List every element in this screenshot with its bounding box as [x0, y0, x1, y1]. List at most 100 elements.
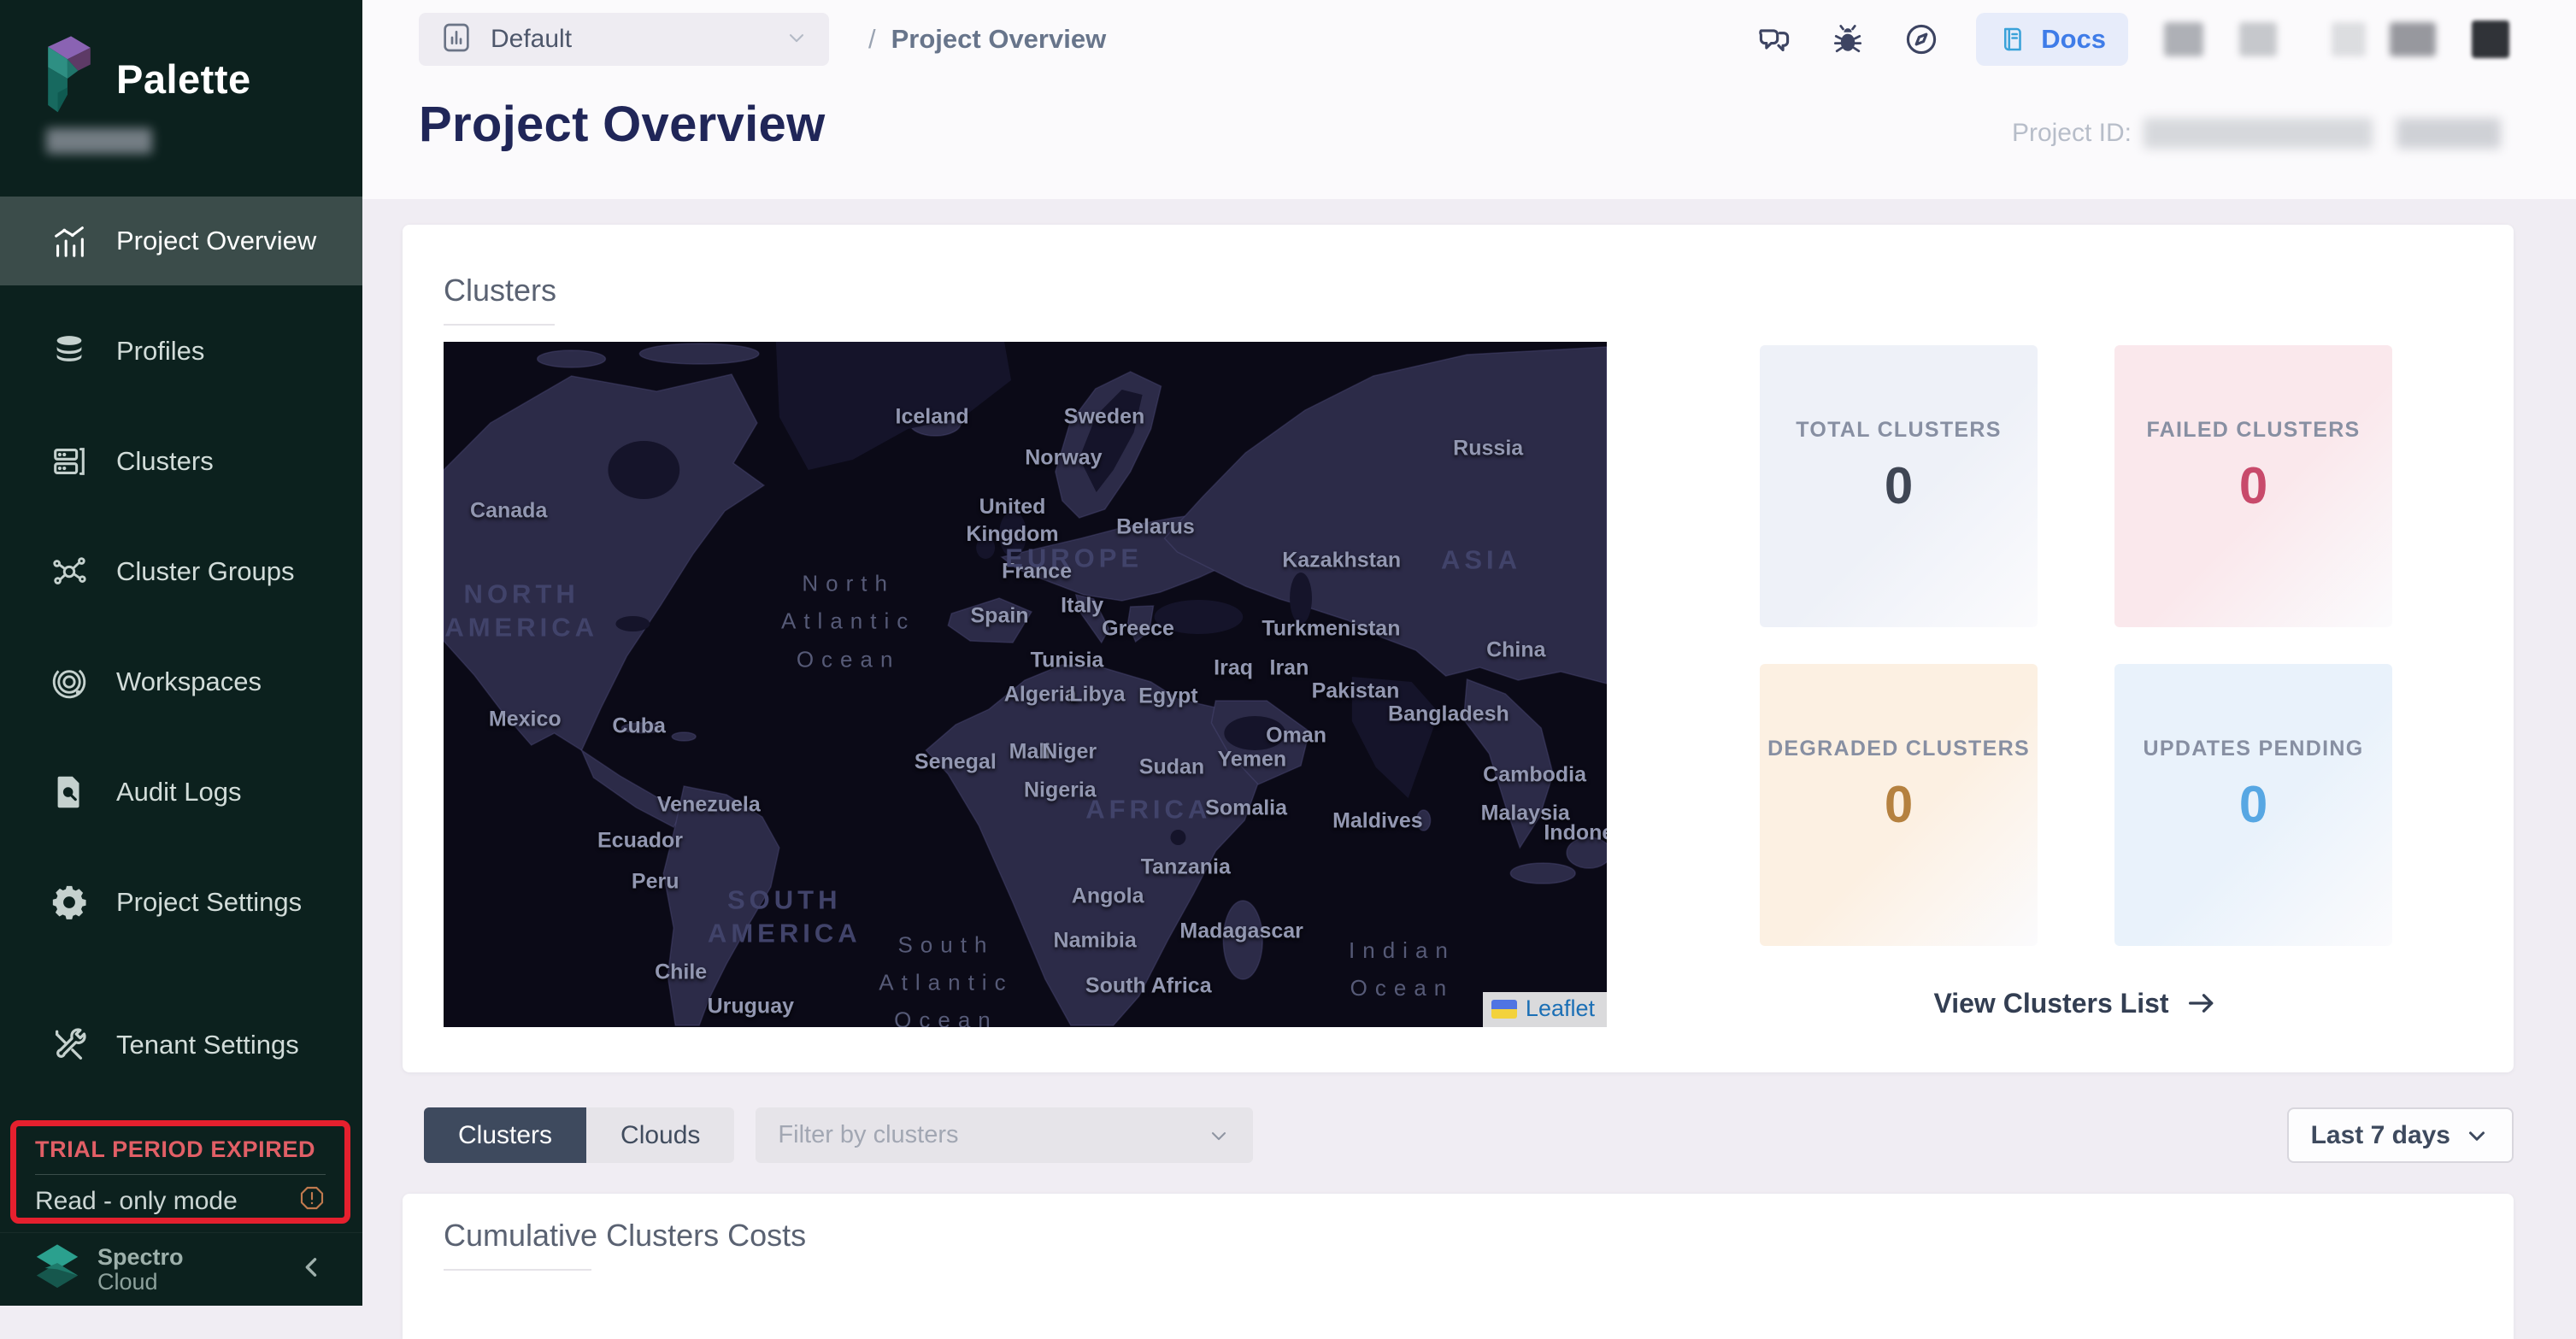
redacted-toolbar-item[interactable]: [2390, 22, 2436, 56]
tenant-settings-icon: [50, 1025, 89, 1065]
chevron-down-icon: [1207, 1124, 1231, 1148]
clusters-card-title: Clusters: [444, 273, 556, 308]
filter-placeholder: Filter by clusters: [778, 1121, 958, 1149]
stat-card-degraded-clusters: DEGRADED CLUSTERS 0: [1760, 664, 2038, 946]
sidebar-item-label: Cluster Groups: [116, 556, 294, 587]
project-selector-icon: [439, 21, 473, 59]
workspaces-icon: [50, 662, 89, 702]
warning-octagon-icon[interactable]: [298, 1184, 326, 1219]
sidebar-item-label: Clusters: [116, 446, 214, 477]
profiles-icon: [50, 332, 89, 371]
stat-label: DEGRADED CLUSTERS: [1767, 737, 2030, 761]
tab-clouds[interactable]: Clouds: [586, 1107, 734, 1163]
footer-brand-line1: Spectro: [97, 1245, 184, 1269]
stat-value: 0: [2239, 456, 2267, 515]
sidebar-nav: Project Overview Profiles Clusters Cluster …: [0, 197, 362, 1111]
topbar: Default / Project Overview: [362, 0, 2576, 199]
ukraine-flag-icon: [1491, 1000, 1517, 1019]
sidebar-item-label: Profiles: [116, 336, 204, 367]
date-range-value: Last 7 days: [2311, 1121, 2450, 1150]
sidebar-item-workspaces[interactable]: Workspaces: [0, 637, 362, 726]
docs-button[interactable]: Docs: [1976, 13, 2128, 66]
sidebar-item-label: Workspaces: [116, 667, 262, 697]
version-redacted: [46, 128, 152, 154]
feedback-chat-icon[interactable]: [1756, 21, 1793, 58]
cluster-stats-grid: TOTAL CLUSTERS0FAILED CLUSTERS0DEGRADED …: [1760, 345, 2392, 946]
project-id-label: Project ID:: [2012, 119, 2132, 148]
project-overview-icon: [50, 221, 89, 261]
report-bug-icon[interactable]: [1829, 21, 1867, 58]
stat-label: TOTAL CLUSTERS: [1796, 418, 2001, 443]
sidebar-item-profiles[interactable]: Profiles: [0, 307, 362, 396]
chevron-down-icon: [785, 26, 809, 54]
docs-label: Docs: [2041, 24, 2106, 55]
sidebar: Palette Project Overview Profiles Clusters…: [0, 0, 362, 1306]
view-clusters-list-label: View Clusters List: [1933, 988, 2168, 1019]
view-clusters-list-link[interactable]: View Clusters List: [1760, 986, 2392, 1020]
stat-card-failed-clusters: FAILED CLUSTERS 0: [2114, 345, 2392, 627]
sidebar-item-cluster-groups[interactable]: Cluster Groups: [0, 527, 362, 616]
leaflet-label: Leaflet: [1526, 995, 1595, 1022]
sidebar-footer: Spectro Cloud: [0, 1232, 362, 1306]
breadcrumb-separator: /: [868, 24, 876, 55]
stat-value: 0: [1885, 456, 1913, 515]
project-id-redacted: [2144, 118, 2373, 149]
content: Clusters: [362, 199, 2576, 1306]
trial-banner: TRIAL PERIOD EXPIRED Read - only mode: [10, 1120, 350, 1224]
stat-card-updates-pending: UPDATES PENDING 0: [2114, 664, 2392, 946]
title-underline: [444, 1269, 591, 1271]
project-selector-value: Default: [491, 25, 768, 54]
project-selector[interactable]: Default: [419, 13, 829, 66]
cluster-groups-icon: [50, 552, 89, 591]
stat-label: FAILED CLUSTERS: [2146, 418, 2360, 443]
chevron-down-icon: [2464, 1123, 2490, 1148]
redacted-toolbar-item[interactable]: [2332, 22, 2366, 56]
sidebar-item-label: Audit Logs: [116, 777, 242, 808]
tab-clouds-label: Clouds: [620, 1121, 700, 1150]
tab-clusters[interactable]: Clusters: [424, 1107, 586, 1163]
trial-title: TRIAL PERIOD EXPIRED: [35, 1136, 326, 1163]
sidebar-item-clusters[interactable]: Clusters: [0, 417, 362, 506]
main-area: Default / Project Overview: [362, 0, 2576, 1306]
clusters-icon: [50, 442, 89, 481]
date-range-selector[interactable]: Last 7 days: [2287, 1107, 2514, 1163]
sidebar-item-project-settings[interactable]: Project Settings: [0, 858, 362, 947]
collapse-sidebar-chevron-icon[interactable]: [297, 1253, 326, 1286]
sidebar-item-label: Project Settings: [116, 887, 302, 918]
audit-logs-icon: [50, 772, 89, 812]
project-id-redacted: [2397, 118, 2501, 149]
breadcrumb-current[interactable]: Project Overview: [891, 24, 1107, 55]
stat-value: 0: [1885, 775, 1913, 834]
leaflet-attribution[interactable]: Leaflet: [1483, 992, 1607, 1027]
brand-name: Palette: [116, 56, 251, 103]
spectro-cloud-logo-icon: [32, 1242, 82, 1296]
footer-brand-line2: Cloud: [97, 1270, 184, 1294]
clusters-world-map[interactable]: IcelandSwedenNorwayRussiaCanadaUnited Ki…: [444, 342, 1607, 1027]
redacted-avatar[interactable]: [2472, 21, 2509, 58]
project-id: Project ID:: [2012, 118, 2501, 149]
stat-value: 0: [2239, 775, 2267, 834]
sidebar-item-audit-logs[interactable]: Audit Logs: [0, 748, 362, 837]
palette-logo-icon: [43, 34, 96, 123]
tab-clusters-label: Clusters: [458, 1121, 552, 1150]
costs-card: Cumulative Clusters Costs: [403, 1194, 2514, 1339]
explore-compass-icon[interactable]: [1903, 21, 1940, 58]
brand[interactable]: Palette: [43, 34, 251, 123]
arrow-right-icon: [2185, 986, 2219, 1020]
page-title: Project Overview: [419, 96, 825, 153]
sidebar-item-tenant-settings[interactable]: Tenant Settings: [0, 1001, 362, 1089]
project-settings-icon: [50, 883, 89, 922]
redacted-toolbar-item[interactable]: [2239, 22, 2277, 56]
stat-label: UPDATES PENDING: [2144, 737, 2364, 761]
sidebar-item-label: Project Overview: [116, 226, 316, 256]
redacted-toolbar-item[interactable]: [2164, 22, 2203, 56]
costs-card-title: Cumulative Clusters Costs: [444, 1218, 806, 1254]
trial-subtitle: Read - only mode: [35, 1187, 238, 1216]
filter-by-clusters-select[interactable]: Filter by clusters: [756, 1107, 1253, 1163]
title-underline: [444, 324, 555, 326]
trial-divider: [35, 1174, 326, 1175]
sidebar-item-project-overview[interactable]: Project Overview: [0, 197, 362, 285]
filter-row: Clusters Clouds Filter by clusters Last …: [424, 1107, 2514, 1163]
clusters-card: Clusters: [403, 225, 2514, 1072]
breadcrumb: / Project Overview: [868, 13, 1106, 66]
